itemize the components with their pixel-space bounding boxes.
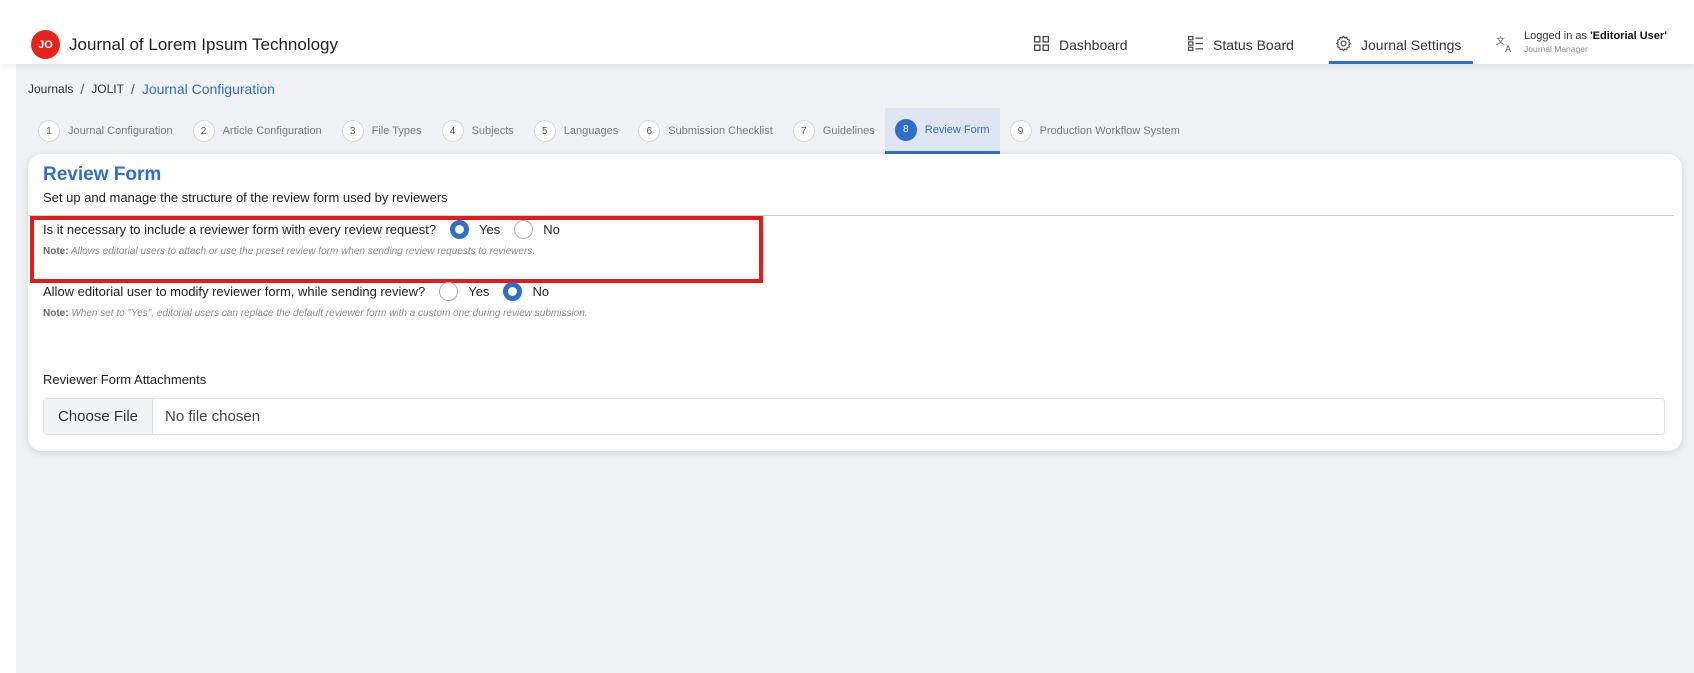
step-label: Review Form — [924, 123, 990, 136]
step-label: Guidelines — [822, 125, 875, 137]
step-file-types[interactable]: 3 File Types — [341, 108, 432, 154]
config-steps: 1 Journal Configuration 2 Article Configur… — [38, 108, 1200, 154]
step-production-workflow-system[interactable]: 9 Production Workflow System — [1009, 108, 1190, 154]
step-number: 6 — [638, 120, 661, 142]
card-subtitle: Set up and manage the structure of the r… — [43, 190, 448, 205]
step-number: 7 — [792, 120, 815, 142]
breadcrumb-separator: / — [80, 81, 85, 97]
question-label: Is it necessary to include a reviewer fo… — [43, 222, 437, 237]
radio-unselected-icon — [439, 282, 459, 301]
step-submission-checklist[interactable]: 6 Submission Checklist — [638, 108, 783, 154]
breadcrumb-journals[interactable]: Journals — [28, 82, 73, 96]
gear-icon — [1335, 35, 1352, 55]
radio-unselected-icon — [514, 220, 534, 239]
journal-logo[interactable]: JO — [31, 30, 60, 59]
breadcrumb-separator: / — [130, 81, 135, 97]
breadcrumb-jolit[interactable]: JOLIT — [91, 82, 124, 96]
step-number: 3 — [341, 120, 364, 142]
attachments-label: Reviewer Form Attachments — [43, 372, 207, 387]
board-icon — [1187, 35, 1204, 55]
step-label: File Types — [371, 125, 422, 137]
step-label: Journal Configuration — [68, 125, 173, 137]
translate-icon: 文A — [1495, 30, 1515, 59]
nav-status-board-label: Status Board — [1213, 37, 1294, 53]
question-label: Allow editorial user to modify reviewer … — [43, 284, 426, 299]
step-number: 4 — [441, 120, 464, 142]
question-include-reviewer-form: Is it necessary to include a reviewer fo… — [43, 220, 560, 239]
step-number: 2 — [192, 120, 215, 142]
step-number: 1 — [38, 120, 60, 142]
radio-label: Yes — [468, 284, 490, 299]
choose-file-button[interactable]: Choose File — [44, 399, 153, 434]
q2-yes-radio[interactable]: Yes — [439, 282, 489, 301]
user-name: 'Editorial User' — [1590, 30, 1667, 42]
question-modify-reviewer-form: Allow editorial user to modify reviewer … — [43, 282, 549, 301]
svg-text:文: 文 — [1496, 35, 1505, 47]
step-label: Languages — [563, 125, 619, 137]
svg-text:A: A — [1505, 45, 1512, 54]
step-number: 8 — [894, 118, 917, 141]
reviewer-form-file-input[interactable]: Choose File No file chosen — [43, 398, 1665, 435]
breadcrumb: Journals / JOLIT / Journal Configuration — [28, 81, 275, 97]
step-languages[interactable]: 5 Languages — [533, 108, 628, 154]
nav-journal-settings-label: Journal Settings — [1361, 37, 1462, 53]
radio-label: Yes — [479, 222, 501, 237]
radio-selected-icon — [503, 282, 523, 301]
site-title[interactable]: Journal of Lorem Ipsum Technology — [69, 35, 338, 55]
nav-status-board[interactable]: Status Board — [1187, 35, 1294, 55]
step-number: 5 — [533, 120, 556, 142]
radio-label: No — [532, 284, 550, 299]
step-label: Submission Checklist — [668, 125, 773, 137]
nav-dashboard[interactable]: Dashboard — [1033, 35, 1128, 55]
review-form-card: Review Form Set up and manage the struct… — [28, 154, 1682, 451]
step-label: Subjects — [471, 125, 514, 137]
user-menu[interactable]: 文A Logged in as 'Editorial User' Journal… — [1495, 30, 1667, 59]
step-label: Production Workflow System — [1039, 125, 1180, 137]
step-label: Article Configuration — [222, 125, 322, 137]
step-number: 9 — [1009, 120, 1032, 142]
user-role: Journal Manager — [1524, 44, 1588, 54]
nav-dashboard-label: Dashboard — [1059, 37, 1128, 53]
breadcrumb-current: Journal Configuration — [141, 81, 275, 97]
step-review-form[interactable]: 8 Review Form — [884, 108, 1000, 154]
q2-note: Note: When set to "Yes", editorial users… — [43, 308, 588, 319]
step-journal-configuration[interactable]: 1 Journal Configuration — [38, 108, 183, 154]
logged-in-text: Logged in as 'Editorial User' — [1524, 30, 1667, 42]
nav-active-indicator — [1329, 61, 1473, 64]
q1-yes-radio[interactable]: Yes — [450, 220, 500, 239]
file-status: No file chosen — [165, 408, 261, 425]
step-subjects[interactable]: 4 Subjects — [441, 108, 524, 154]
step-article-configuration[interactable]: 2 Article Configuration — [192, 108, 332, 154]
card-title: Review Form — [43, 164, 162, 185]
radio-selected-icon — [450, 220, 470, 239]
nav-journal-settings[interactable]: Journal Settings — [1335, 35, 1461, 55]
q1-no-radio[interactable]: No — [514, 220, 560, 239]
q2-no-radio[interactable]: No — [503, 282, 549, 301]
radio-label: No — [543, 222, 560, 237]
top-header: JO Journal of Lorem Ipsum Technology Das… — [0, 0, 1694, 64]
step-guidelines[interactable]: 7 Guidelines — [792, 108, 885, 154]
grid-icon — [1033, 35, 1050, 55]
q1-note: Note: Allows editorial users to attach o… — [43, 246, 536, 257]
